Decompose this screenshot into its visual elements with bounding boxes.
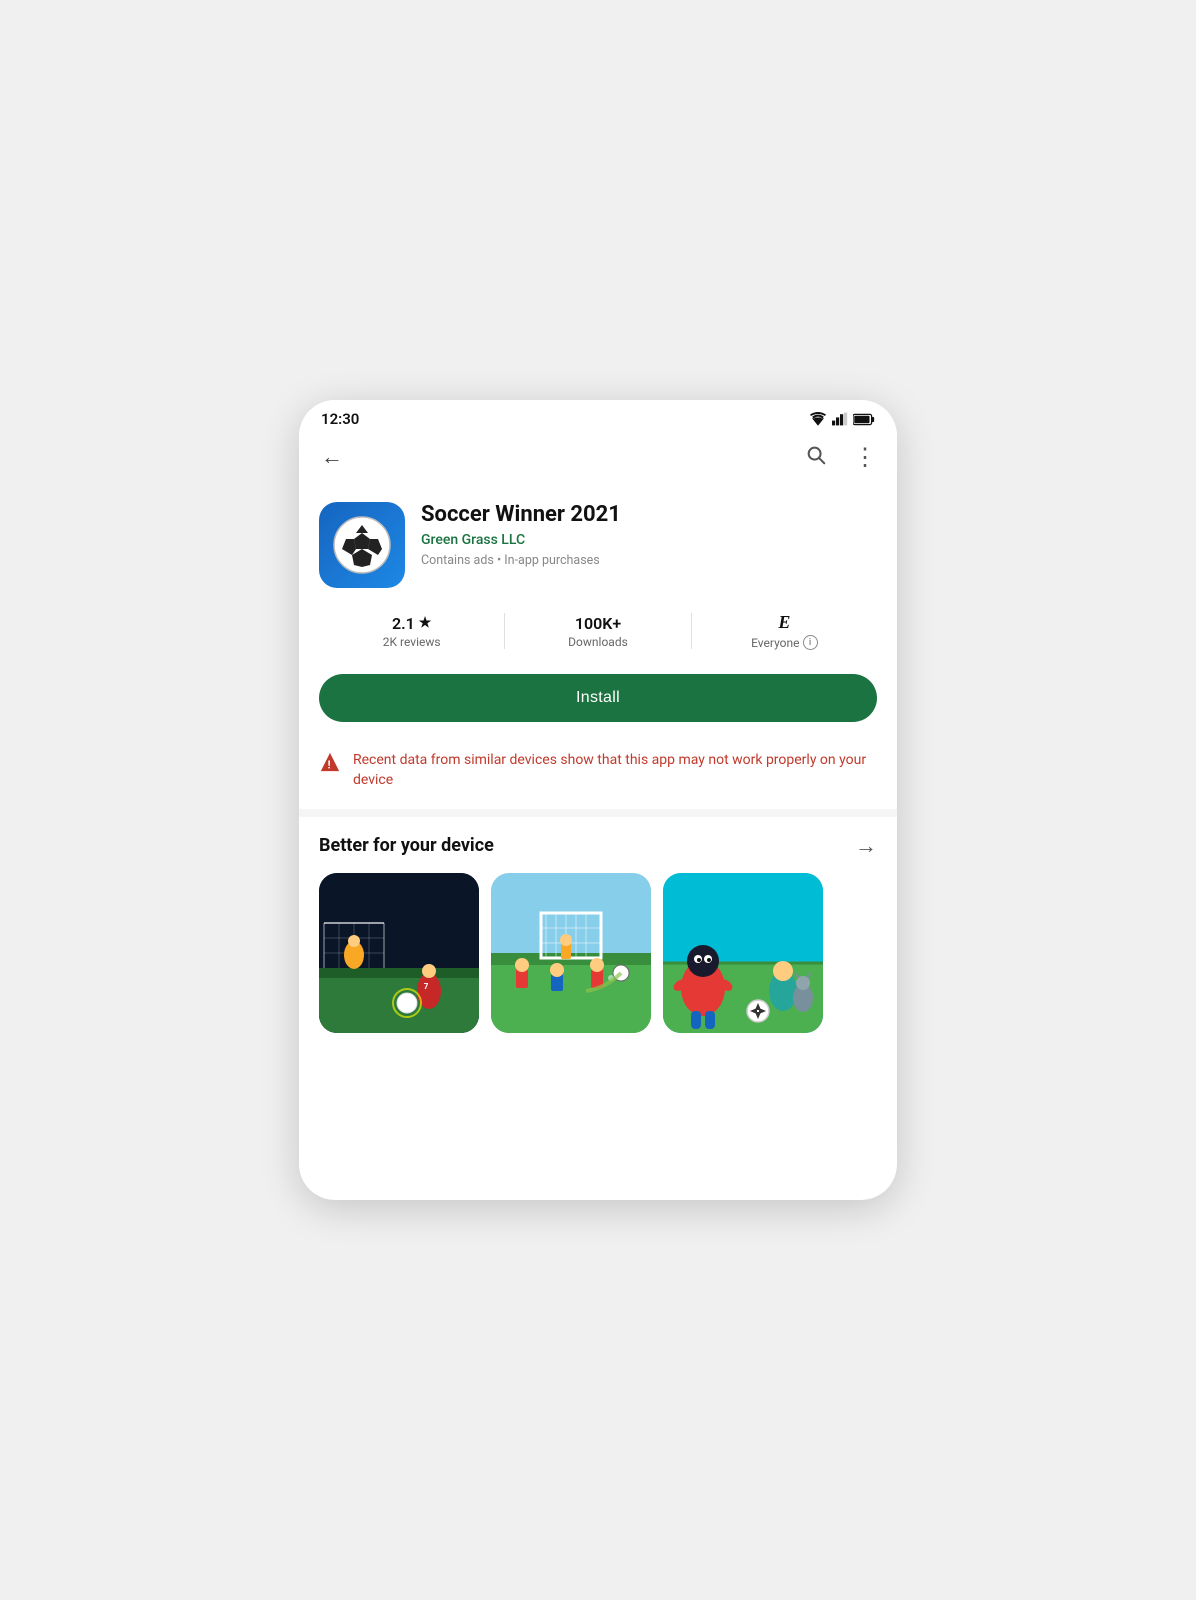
rating-e-icon: E	[778, 612, 790, 633]
install-button[interactable]: Install	[319, 674, 877, 722]
rating-e-stat[interactable]: E Everyone i	[692, 612, 877, 650]
search-icon	[805, 444, 827, 466]
rating-e-value: E	[778, 612, 790, 633]
app-info: Soccer Winner 2021 Green Grass LLC Conta…	[299, 486, 897, 602]
downloads-label: Downloads	[568, 635, 628, 649]
triangle-warning-icon: !	[319, 751, 341, 773]
nav-bar: ← ⋮	[299, 432, 897, 486]
nav-left: ←	[315, 438, 349, 476]
better-title: Better for your device	[319, 835, 494, 856]
thumbnail-1[interactable]: 7	[319, 873, 479, 1033]
warning-text: Recent data from similar devices show th…	[353, 750, 877, 791]
section-divider	[299, 809, 897, 817]
warning-section: ! Recent data from similar devices show …	[299, 736, 897, 809]
downloads-stat: 100K+ Downloads	[505, 614, 690, 649]
reviews-label: 2K reviews	[383, 635, 441, 649]
star-icon: ★	[419, 615, 432, 631]
app-icon	[319, 502, 405, 588]
svg-text:7: 7	[424, 982, 429, 991]
app-meta: Contains ads • In-app purchases	[421, 553, 877, 568]
thumbnail-3[interactable]	[663, 873, 823, 1033]
back-button[interactable]: ←	[315, 438, 349, 476]
warning-icon: !	[319, 751, 341, 777]
info-icon: i	[803, 635, 818, 650]
svg-text:!: !	[328, 758, 331, 771]
thumbnail-2[interactable]	[491, 873, 651, 1033]
install-section: Install	[299, 664, 897, 736]
battery-icon	[853, 413, 875, 426]
nav-right: ⋮	[801, 440, 881, 475]
thumbnails-row: 7	[319, 873, 877, 1033]
status-icons	[809, 412, 875, 426]
search-button[interactable]	[801, 440, 831, 475]
app-developer[interactable]: Green Grass LLC	[421, 532, 877, 548]
better-arrow-button[interactable]: →	[855, 833, 877, 859]
app-details: Soccer Winner 2021 Green Grass LLC Conta…	[421, 502, 877, 568]
signal-icon	[832, 412, 848, 426]
rating-value: 2.1 ★	[392, 614, 431, 633]
more-button[interactable]: ⋮	[849, 441, 881, 473]
downloads-value: 100K+	[575, 614, 621, 633]
status-bar: 12:30	[299, 400, 897, 432]
phone-frame: 12:30 ←	[299, 400, 897, 1200]
soccer-ball-icon	[332, 515, 392, 575]
rating-stat[interactable]: 2.1 ★ 2K reviews	[319, 614, 504, 649]
stats-row: 2.1 ★ 2K reviews 100K+ Downloads E Every…	[299, 602, 897, 664]
better-header: Better for your device →	[319, 833, 877, 859]
everyone-label: Everyone i	[751, 635, 817, 650]
status-time: 12:30	[321, 410, 359, 428]
app-title: Soccer Winner 2021	[421, 502, 877, 527]
better-section: Better for your device →	[299, 817, 897, 1045]
wifi-icon	[809, 412, 827, 426]
